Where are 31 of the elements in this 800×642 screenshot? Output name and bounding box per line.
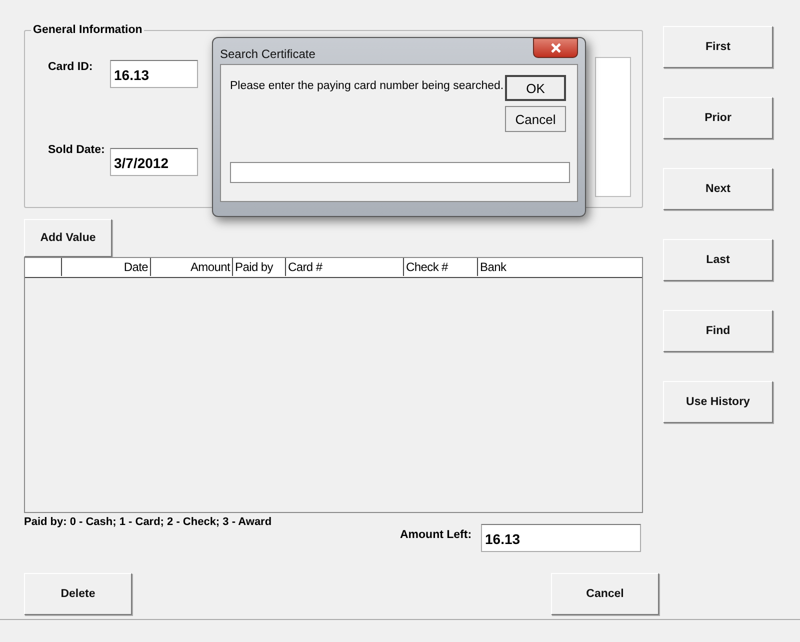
nav-button[interactable]: Last <box>663 239 773 281</box>
legend-text: Paid by: 0 - Cash; 1 - Card; 2 - Check; 3 - Award <box>24 516 272 530</box>
close-button[interactable] <box>533 38 578 58</box>
dialog-message: Please enter the paying card number being searched. <box>230 80 504 94</box>
field-label: Sold Date: <box>48 144 106 156</box>
column-header[interactable]: Paid by <box>233 258 286 276</box>
sold-date-field[interactable]: 3/7/2012 <box>110 148 198 176</box>
column-header[interactable]: Date <box>62 258 151 276</box>
amount-left-field[interactable]: 16.13 <box>481 524 641 552</box>
field-label: Card ID: <box>48 61 94 73</box>
note-field[interactable] <box>595 57 631 197</box>
nav-button[interactable]: Next <box>663 168 773 210</box>
dialog-button[interactable]: Cancel <box>505 106 566 132</box>
add-value-button[interactable]: Add Value <box>24 219 112 257</box>
nav-button[interactable]: First <box>663 26 773 68</box>
nav-button[interactable]: Use History <box>663 381 773 423</box>
group-title: General Information <box>31 24 144 36</box>
card-id-field[interactable]: 16.13 <box>110 60 198 88</box>
nav-button[interactable]: Find <box>663 310 773 352</box>
column-header[interactable]: Card # <box>286 258 404 276</box>
column-header[interactable]: Bank <box>478 258 638 276</box>
field-label: Amount Left: <box>400 529 473 541</box>
search-input[interactable] <box>230 162 570 183</box>
form-button[interactable]: Cancel <box>551 573 659 615</box>
dialog-title: Search Certificate <box>220 47 316 61</box>
close-icon <box>550 43 562 53</box>
dialog-button[interactable]: OK <box>505 75 566 101</box>
column-header[interactable]: Amount <box>151 258 233 276</box>
nav-button[interactable]: Prior <box>663 97 773 139</box>
form-button[interactable]: Delete <box>24 573 132 615</box>
column-header[interactable]: Check # <box>404 258 478 276</box>
